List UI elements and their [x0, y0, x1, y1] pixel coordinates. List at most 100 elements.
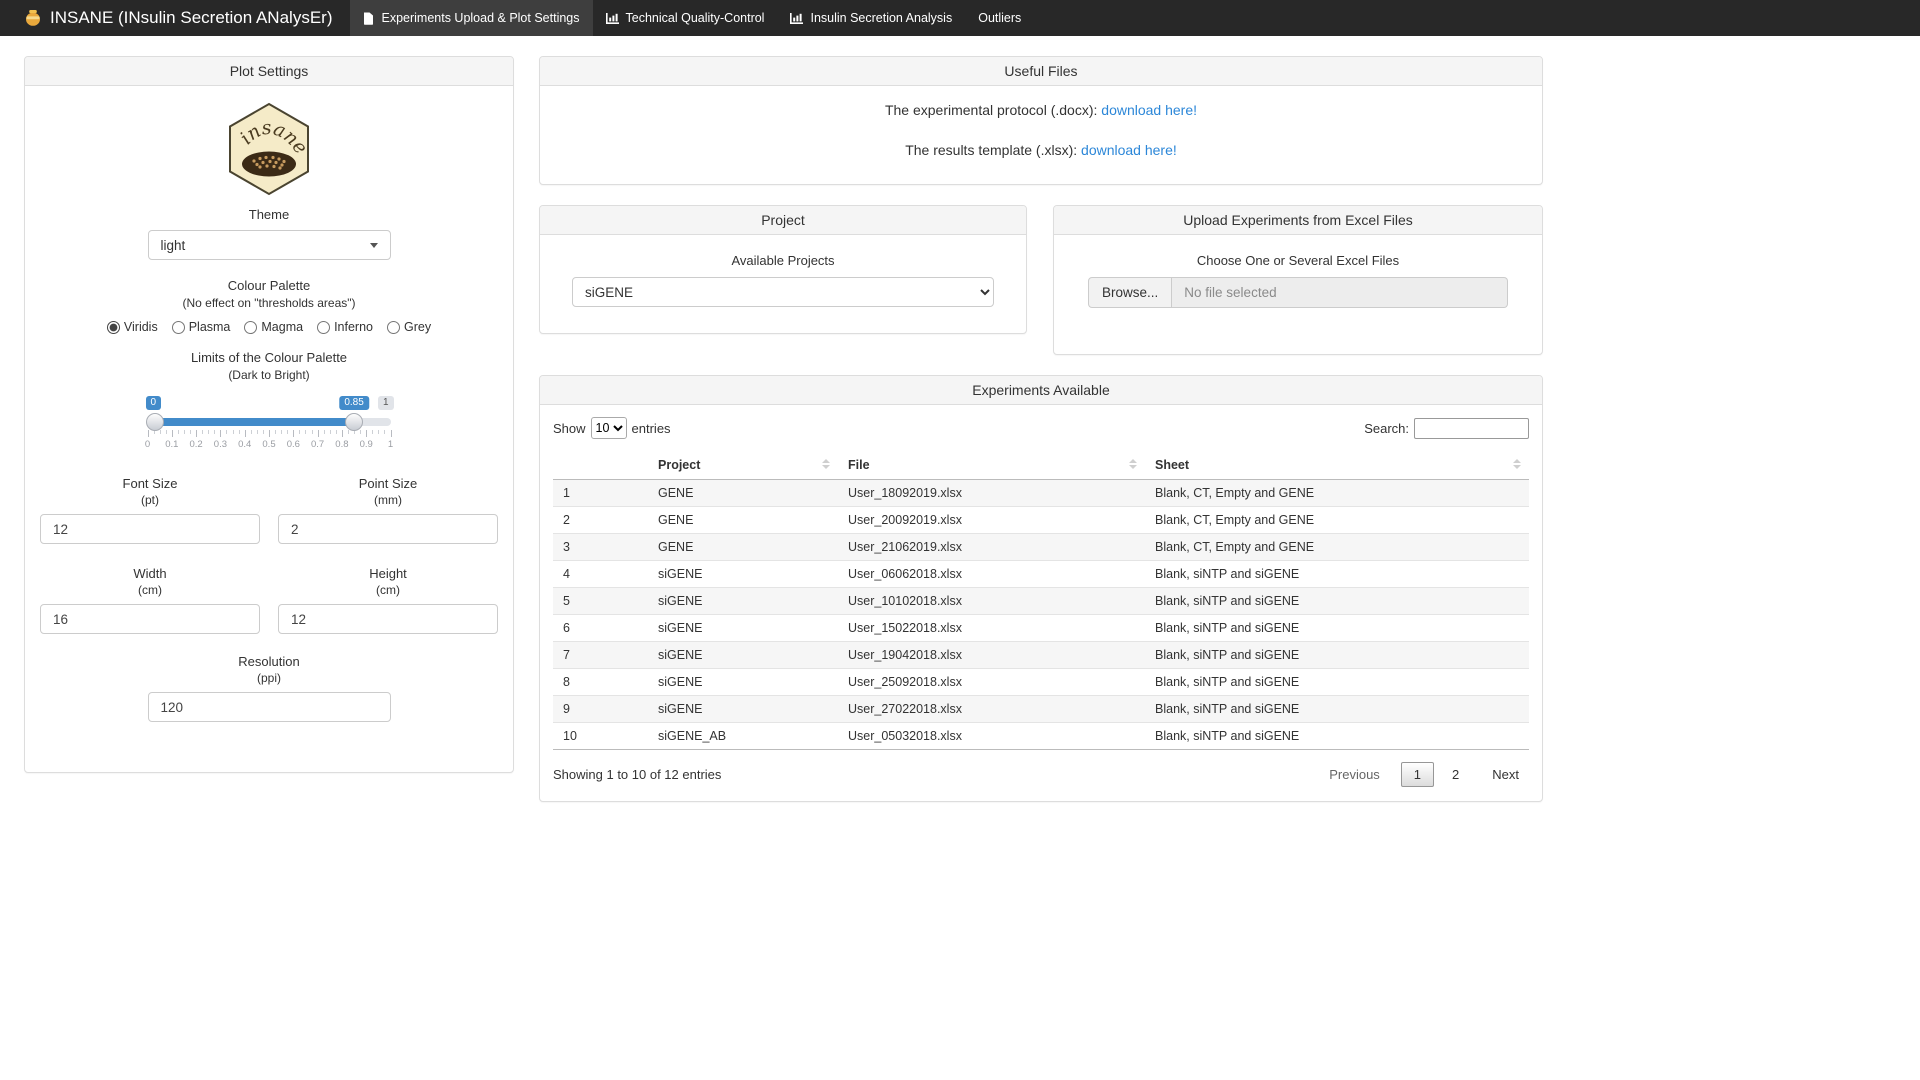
cell-project: siGENE: [648, 669, 838, 696]
tab-technical-qc[interactable]: Technical Quality-Control: [593, 0, 778, 36]
protocol-download-link[interactable]: download here!: [1101, 102, 1197, 118]
next-page-button[interactable]: Next: [1482, 763, 1529, 786]
file-icon: [363, 12, 374, 25]
cell-file: User_05032018.xlsx: [838, 723, 1145, 750]
slider-tick-label: 1: [388, 439, 393, 450]
col-project[interactable]: Project: [648, 451, 838, 480]
slider-handle-to[interactable]: [345, 413, 363, 431]
table-row[interactable]: 2GENEUser_20092019.xlsxBlank, CT, Empty …: [553, 507, 1529, 534]
cell-project: GENE: [648, 480, 838, 507]
table-row[interactable]: 10siGENE_ABUser_05032018.xlsxBlank, siNT…: [553, 723, 1529, 750]
table-row[interactable]: 7siGENEUser_19042018.xlsxBlank, siNTP an…: [553, 642, 1529, 669]
radio-inferno[interactable]: Inferno: [317, 320, 373, 334]
tab-label: Insulin Secretion Analysis: [810, 11, 952, 25]
radio-plasma[interactable]: Plasma: [172, 320, 231, 334]
radio-input-inferno[interactable]: [317, 321, 330, 334]
slider-tick-label: 0.3: [214, 439, 227, 450]
useful-files-panel: Useful Files The experimental protocol (…: [539, 56, 1543, 185]
table-row[interactable]: 9siGENEUser_27022018.xlsxBlank, siNTP an…: [553, 696, 1529, 723]
height-input[interactable]: [278, 604, 498, 634]
tab-experiments-upload[interactable]: Experiments Upload & Plot Settings: [350, 0, 592, 36]
browse-button[interactable]: Browse...: [1088, 277, 1172, 308]
radio-input-grey[interactable]: [387, 321, 400, 334]
page-2-button[interactable]: 2: [1440, 763, 1471, 786]
radio-input-viridis[interactable]: [107, 321, 120, 334]
slider-tick: [275, 430, 276, 434]
radio-grey[interactable]: Grey: [387, 320, 431, 334]
chart-icon: [790, 13, 803, 24]
search-input[interactable]: [1414, 418, 1529, 439]
cell-index: 1: [553, 480, 648, 507]
slider-tick: [190, 430, 191, 434]
upload-panel: Upload Experiments from Excel Files Choo…: [1053, 205, 1543, 355]
point-size-input[interactable]: [278, 514, 498, 544]
radio-label: Magma: [261, 320, 303, 334]
slider-handle-from[interactable]: [146, 413, 164, 431]
tab-outliers[interactable]: Outliers: [965, 0, 1034, 36]
cell-file: User_19042018.xlsx: [838, 642, 1145, 669]
col-sheet[interactable]: Sheet: [1145, 451, 1529, 480]
plot-settings-panel: Plot Settings insane: [24, 56, 514, 773]
font-size-input[interactable]: [40, 514, 260, 544]
plot-settings-title: Plot Settings: [25, 57, 513, 86]
table-row[interactable]: 5siGENEUser_10102018.xlsxBlank, siNTP an…: [553, 588, 1529, 615]
page-length-select[interactable]: 10: [591, 417, 627, 439]
template-text: The results template (.xlsx):: [905, 142, 1077, 158]
project-panel: Project Available Projects siGENE: [539, 205, 1027, 334]
col-label: File: [848, 458, 870, 472]
file-input-group: Browse... No file selected: [1088, 277, 1508, 308]
col-index[interactable]: [553, 451, 648, 480]
table-row[interactable]: 8siGENEUser_25092018.xlsxBlank, siNTP an…: [553, 669, 1529, 696]
slider-tick: [184, 430, 185, 434]
sort-icons: [822, 459, 830, 469]
sort-icons: [1129, 459, 1137, 469]
protocol-line: The experimental protocol (.docx): downl…: [555, 102, 1527, 118]
radio-label: Plasma: [189, 320, 231, 334]
table-row[interactable]: 4siGENEUser_06062018.xlsxBlank, siNTP an…: [553, 561, 1529, 588]
slider-tick: [269, 430, 270, 437]
table-row[interactable]: 1GENEUser_18092019.xlsxBlank, CT, Empty …: [553, 480, 1529, 507]
cell-index: 4: [553, 561, 648, 588]
slider-tick-label: 0.1: [165, 439, 178, 450]
file-placeholder: No file selected: [1184, 285, 1276, 300]
cell-sheet: Blank, siNTP and siGENE: [1145, 561, 1529, 588]
table-row[interactable]: 6siGENEUser_15022018.xlsxBlank, siNTP an…: [553, 615, 1529, 642]
tab-insulin-analysis[interactable]: Insulin Secretion Analysis: [777, 0, 965, 36]
cell-sheet: Blank, siNTP and siGENE: [1145, 723, 1529, 750]
template-download-link[interactable]: download here!: [1081, 142, 1177, 158]
slider-grid: 00.10.20.30.40.50.60.70.80.91: [148, 430, 391, 452]
tab-label: Experiments Upload & Plot Settings: [381, 11, 579, 25]
radio-label: Viridis: [124, 320, 158, 334]
col-file[interactable]: File: [838, 451, 1145, 480]
project-select[interactable]: siGENE: [572, 277, 994, 307]
cell-index: 9: [553, 696, 648, 723]
limits-note: (Dark to Bright): [40, 368, 498, 382]
resolution-input[interactable]: [148, 692, 391, 722]
cell-file: User_27022018.xlsx: [838, 696, 1145, 723]
cell-sheet: Blank, CT, Empty and GENE: [1145, 507, 1529, 534]
slider-tick: [178, 430, 179, 434]
point-size-unit: (mm): [278, 493, 498, 507]
page-1-button[interactable]: 1: [1401, 762, 1434, 787]
previous-page-button[interactable]: Previous: [1319, 763, 1390, 786]
slider-tick-label: 0.4: [238, 439, 251, 450]
app-brand[interactable]: INSANE (INsulin Secretion ANalysEr): [0, 0, 350, 36]
cell-project: GENE: [648, 534, 838, 561]
insane-logo: insane: [223, 100, 315, 200]
radio-magma[interactable]: Magma: [244, 320, 303, 334]
project-title: Project: [540, 206, 1026, 235]
upload-title: Upload Experiments from Excel Files: [1054, 206, 1542, 235]
radio-input-plasma[interactable]: [172, 321, 185, 334]
radio-input-magma[interactable]: [244, 321, 257, 334]
theme-select[interactable]: light: [148, 230, 391, 260]
cell-index: 10: [553, 723, 648, 750]
slider-max-label: 1: [378, 396, 394, 410]
slider-tick: [166, 430, 167, 434]
table-row[interactable]: 3GENEUser_21062019.xlsxBlank, CT, Empty …: [553, 534, 1529, 561]
cell-index: 5: [553, 588, 648, 615]
slider-tick: [391, 430, 392, 437]
page-length-control: Show 10 entries: [553, 417, 671, 439]
radio-viridis[interactable]: Viridis: [107, 320, 158, 334]
cell-sheet: Blank, CT, Empty and GENE: [1145, 480, 1529, 507]
width-input[interactable]: [40, 604, 260, 634]
